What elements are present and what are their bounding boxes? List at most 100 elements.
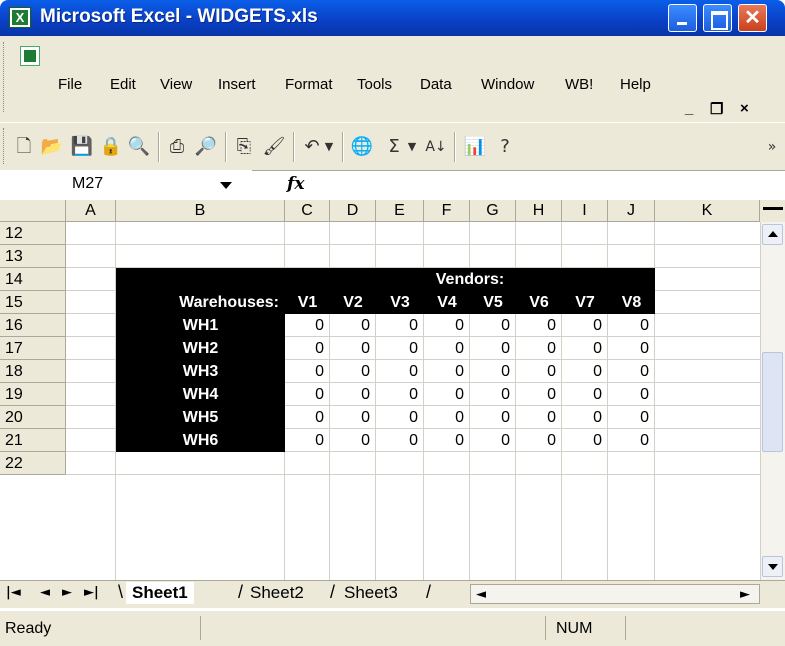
column-header-d[interactable]: D bbox=[330, 200, 376, 222]
vendors-label[interactable]: Vendors: bbox=[285, 268, 655, 291]
shipment-cell[interactable]: 0 bbox=[424, 314, 470, 337]
row-header-15[interactable]: 15 bbox=[0, 291, 66, 314]
column-header-g[interactable]: G bbox=[470, 200, 516, 222]
warehouse-label-wh6[interactable]: WH6 bbox=[116, 429, 285, 452]
column-header-h[interactable]: H bbox=[516, 200, 562, 222]
warehouse-label-wh1[interactable]: WH1 bbox=[116, 314, 285, 337]
format-painter-icon[interactable]: 🖌 bbox=[262, 135, 286, 159]
warehouse-label-wh4[interactable]: WH4 bbox=[116, 383, 285, 406]
tab-sheet1[interactable]: Sheet1 bbox=[126, 582, 194, 604]
column-header-j[interactable]: J bbox=[608, 200, 655, 222]
scroll-down-button[interactable] bbox=[762, 556, 783, 577]
shipment-cell[interactable]: 0 bbox=[424, 429, 470, 452]
vendor-header-v2[interactable]: V2 bbox=[330, 291, 376, 314]
vendor-header-v4[interactable]: V4 bbox=[424, 291, 470, 314]
shipment-cell[interactable]: 0 bbox=[562, 360, 608, 383]
shipment-cell[interactable]: 0 bbox=[470, 360, 516, 383]
vertical-scroll-thumb[interactable] bbox=[762, 352, 783, 452]
shipment-cell[interactable]: 0 bbox=[470, 383, 516, 406]
tab-sheet3[interactable]: Sheet3 bbox=[344, 582, 398, 604]
menu-edit[interactable]: Edit bbox=[110, 76, 136, 93]
help-icon[interactable]: ? bbox=[493, 135, 517, 159]
research-icon[interactable]: 🔍 bbox=[127, 135, 151, 159]
menu-format[interactable]: Format bbox=[285, 76, 333, 93]
shipment-cell[interactable]: 0 bbox=[376, 337, 424, 360]
name-box-dropdown-icon[interactable] bbox=[220, 182, 232, 189]
row-header-16[interactable]: 16 bbox=[0, 314, 66, 337]
scroll-up-button[interactable] bbox=[762, 224, 783, 245]
shipment-cell[interactable]: 0 bbox=[285, 314, 330, 337]
row-header-19[interactable]: 19 bbox=[0, 383, 66, 406]
row-header-14[interactable]: 14 bbox=[0, 268, 66, 291]
shipment-cell[interactable]: 0 bbox=[285, 429, 330, 452]
horizontal-scrollbar[interactable] bbox=[470, 584, 760, 604]
close-button[interactable]: ✕ bbox=[738, 4, 767, 32]
doc-restore-button[interactable]: ❐ bbox=[710, 100, 723, 118]
shipment-cell[interactable]: 0 bbox=[608, 314, 655, 337]
column-header-k[interactable]: K bbox=[655, 200, 760, 222]
shipment-cell[interactable]: 0 bbox=[285, 383, 330, 406]
chart-wizard-icon[interactable]: 📊 bbox=[463, 135, 487, 159]
row-header-13[interactable]: 13 bbox=[0, 245, 66, 268]
shipment-cell[interactable]: 0 bbox=[376, 383, 424, 406]
shipment-cell[interactable]: 0 bbox=[330, 383, 376, 406]
shipment-cell[interactable]: 0 bbox=[562, 406, 608, 429]
permission-icon[interactable]: 🔒 bbox=[99, 135, 123, 159]
shipment-cell[interactable]: 0 bbox=[608, 360, 655, 383]
minimize-button[interactable] bbox=[668, 4, 697, 32]
insert-function-button[interactable]: fx bbox=[287, 174, 304, 194]
menu-view[interactable]: View bbox=[160, 76, 192, 93]
first-sheet-icon[interactable]: |◄ bbox=[6, 585, 21, 600]
prev-sheet-icon[interactable]: ◄ bbox=[40, 585, 50, 600]
vendor-header-v6[interactable]: V6 bbox=[516, 291, 562, 314]
shipment-cell[interactable]: 0 bbox=[285, 337, 330, 360]
workbook-icon[interactable] bbox=[20, 46, 40, 66]
shipment-cell[interactable]: 0 bbox=[516, 383, 562, 406]
shipment-cell[interactable]: 0 bbox=[376, 429, 424, 452]
save-icon[interactable]: 💾 bbox=[70, 135, 94, 159]
shipment-cell[interactable]: 0 bbox=[376, 360, 424, 383]
menu-help[interactable]: Help bbox=[620, 76, 651, 93]
column-header-f[interactable]: F bbox=[424, 200, 470, 222]
new-icon[interactable]: 🗋 bbox=[12, 135, 36, 159]
vendor-header-v1[interactable]: V1 bbox=[285, 291, 330, 314]
split-box-icon[interactable] bbox=[763, 207, 783, 210]
column-header-a[interactable]: A bbox=[66, 200, 116, 222]
name-box-value[interactable]: M27 bbox=[72, 175, 103, 193]
menu-insert[interactable]: Insert bbox=[218, 76, 256, 93]
shipment-cell[interactable]: 0 bbox=[562, 337, 608, 360]
shipment-cell[interactable]: 0 bbox=[376, 314, 424, 337]
shipment-cell[interactable]: 0 bbox=[608, 406, 655, 429]
shipment-cell[interactable]: 0 bbox=[330, 406, 376, 429]
print-icon[interactable]: ⎙ bbox=[165, 135, 189, 159]
sort-ascending-icon[interactable]: A↓ bbox=[424, 135, 448, 159]
shipment-cell[interactable]: 0 bbox=[376, 406, 424, 429]
row-header-17[interactable]: 17 bbox=[0, 337, 66, 360]
vendor-header-v7[interactable]: V7 bbox=[562, 291, 608, 314]
shipment-cell[interactable]: 0 bbox=[424, 383, 470, 406]
shipment-cell[interactable]: 0 bbox=[608, 429, 655, 452]
menu-window[interactable]: Window bbox=[481, 76, 534, 93]
shipment-cell[interactable]: 0 bbox=[330, 429, 376, 452]
open-icon[interactable]: 📂 bbox=[40, 135, 64, 159]
select-all-corner[interactable] bbox=[0, 200, 66, 222]
shipment-cell[interactable]: 0 bbox=[470, 406, 516, 429]
menu-wb[interactable]: WB! bbox=[565, 76, 593, 93]
shipment-cell[interactable]: 0 bbox=[562, 429, 608, 452]
last-sheet-icon[interactable]: ►| bbox=[84, 585, 99, 600]
row-header-12[interactable]: 12 bbox=[0, 222, 66, 245]
shipment-cell[interactable]: 0 bbox=[516, 360, 562, 383]
tab-sheet2[interactable]: Sheet2 bbox=[250, 582, 304, 604]
menu-tools[interactable]: Tools bbox=[357, 76, 392, 93]
shipment-cell[interactable]: 0 bbox=[470, 429, 516, 452]
autosum-dropdown-icon[interactable]: ▼ bbox=[405, 135, 419, 159]
shipment-cell[interactable]: 0 bbox=[330, 314, 376, 337]
shipments-label[interactable]: Shipments: bbox=[126, 276, 246, 302]
excel-app-icon[interactable]: X bbox=[9, 7, 31, 28]
vendor-header-v5[interactable]: V5 bbox=[470, 291, 516, 314]
shipment-cell[interactable]: 0 bbox=[562, 383, 608, 406]
warehouse-label-wh2[interactable]: WH2 bbox=[116, 337, 285, 360]
shipment-cell[interactable]: 0 bbox=[516, 314, 562, 337]
vendor-header-v3[interactable]: V3 bbox=[376, 291, 424, 314]
toolbar-grip[interactable] bbox=[3, 128, 6, 164]
